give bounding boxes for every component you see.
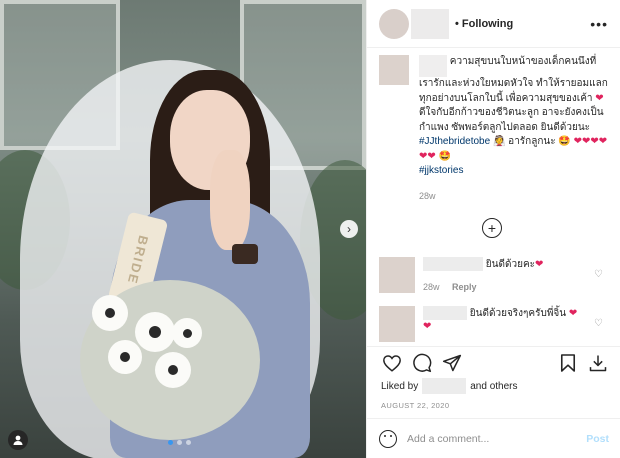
liked-by: Liked by and others [381,378,518,394]
actions-divider [367,346,620,347]
following-button[interactable]: • Following [455,18,513,30]
post-photo[interactable]: BRIDE › [0,0,366,458]
caption-avatar[interactable] [379,55,409,85]
post-sidebar: • Following ••• ความสุขบนใบหน้าของเด็กคน… [366,0,620,458]
post-caption: ความสุขบนใบหน้าของเด็กคนนึงที่เรารักและห… [367,55,620,203]
flower [155,352,191,388]
heart-emoji-icon: ❤ [423,321,432,332]
instagram-post: BRIDE › • Following ••• ความสุขบนใบหน้าข… [0,0,620,458]
wristwatch [232,244,258,264]
flower [172,318,202,348]
carousel-dot [177,440,182,445]
sash-text: BRIDE [124,233,152,287]
caption-text-3: 👰 อารักลูกนะ 🤩 [492,136,571,147]
download-icon[interactable] [587,352,609,374]
hand [210,150,250,250]
flower [135,312,175,352]
post-header: • Following ••• [367,0,620,48]
next-photo-button[interactable]: › [340,220,358,238]
liked-by-others-link[interactable]: and others [470,381,517,392]
plus-icon: + [487,220,497,236]
caption-username-redacted[interactable] [419,55,447,77]
flower [108,340,142,374]
caption-timestamp[interactable]: 28w [419,189,609,204]
user-tag-icon[interactable] [8,430,28,450]
comment-text: ยินดีด้วยจริงๆครับพี่จิ้น [469,308,567,319]
comment-body: ยินดีด้วยคะ❤ 28w Reply [423,257,609,293]
post-actions [381,352,609,374]
like-comment-heart-icon[interactable]: ♡ [594,269,603,280]
comment-item: ยินดีด้วยจริงๆครับพี่จิ้น ❤ ❤ ♡ [367,306,620,342]
comment-item: ยินดีด้วยคะ❤ 28w Reply ♡ [367,257,620,293]
heart-emoji-icon: ❤ [595,92,604,104]
hashtag-link[interactable]: #jjkstories [419,165,463,176]
caption-text-1: ความสุขบนใบหน้าของเด็กคนนึงที่เรารักและห… [419,56,608,104]
comment-timestamp[interactable]: 28w [423,282,440,292]
like-heart-icon[interactable] [381,352,403,374]
author-avatar[interactable] [379,8,409,39]
heart-emoji-icon: ❤ [568,308,578,319]
chevron-right-icon: › [347,222,351,236]
author-username-redacted[interactable] [411,8,449,39]
post-date[interactable]: AUGUST 22, 2020 [381,401,449,410]
hashtag-link[interactable]: #JJthebridetobe [419,136,490,147]
caption-body: ความสุขบนใบหน้าของเด็กคนนึงที่เรารักและห… [419,55,609,203]
load-more-comments-button[interactable]: + [482,218,502,238]
reply-button[interactable]: Reply [452,282,477,292]
emoji-icon[interactable] [379,429,397,448]
carousel-dot-active [168,440,173,445]
more-options-icon[interactable]: ••• [590,16,608,32]
add-comment-bar: Post [367,418,620,458]
save-bookmark-icon[interactable] [557,352,579,374]
share-paper-plane-icon[interactable] [441,352,463,374]
heart-emoji-icon: ❤ [535,259,544,270]
carousel-dots [168,440,191,445]
comment-body: ยินดีด้วยจริงๆครับพี่จิ้น ❤ ❤ [423,306,609,342]
comment-meta: 28w Reply [423,282,609,292]
comment-bubble-icon[interactable] [411,352,433,374]
commenter-avatar[interactable] [379,257,415,293]
post-comment-button[interactable]: Post [586,433,609,445]
liked-by-prefix: Liked by [381,380,419,392]
comment-text: ยินดีด้วยคะ [485,259,535,270]
caption-text-2: ดีใจกับอีกก้าวของชีวิตนะลูก อาจะยังคงเป็… [419,107,604,133]
commenter-username-redacted[interactable] [423,306,467,321]
flower [92,295,128,331]
liked-by-username-redacted[interactable] [422,378,467,394]
commenter-avatar[interactable] [379,306,415,342]
carousel-dot [186,440,191,445]
commenter-username-redacted[interactable] [423,257,483,272]
like-comment-heart-icon[interactable]: ♡ [594,318,603,329]
caption-text-4: 🤩 [438,150,451,162]
add-comment-input[interactable] [407,432,587,445]
